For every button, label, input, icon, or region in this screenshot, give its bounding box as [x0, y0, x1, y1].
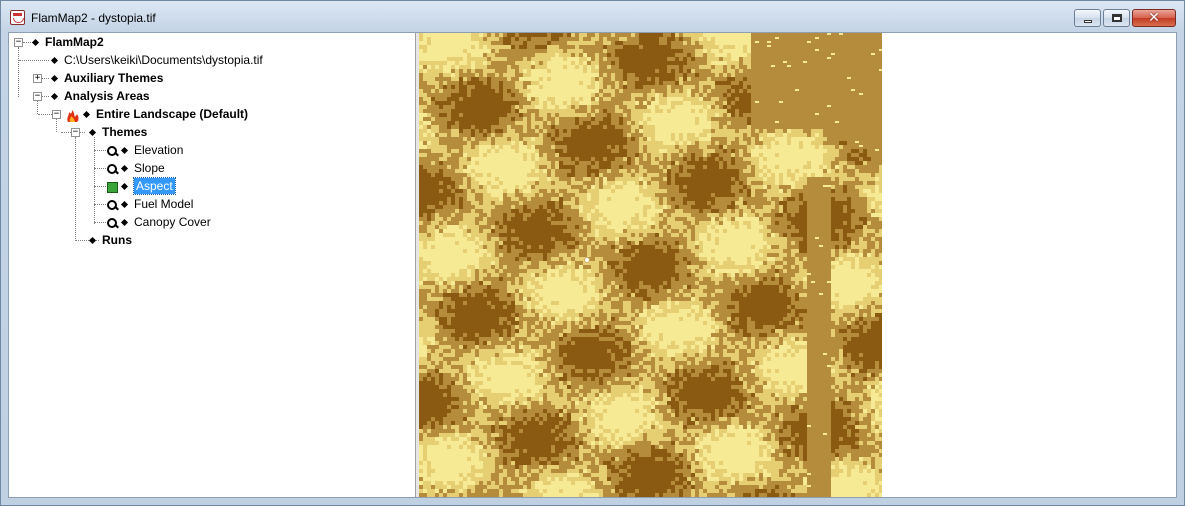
minimize-button[interactable]: [1074, 9, 1101, 27]
tree-node-themes[interactable]: Themes: [88, 123, 147, 141]
tree-line: [94, 150, 106, 151]
minimize-icon: [1084, 20, 1092, 23]
tree-node-runs[interactable]: Runs: [88, 231, 132, 249]
node-bullet-icon: [120, 182, 129, 190]
tree-node-theme-canopy-cover[interactable]: Canopy Cover: [120, 213, 211, 231]
collapse-toggle-landscape[interactable]: −: [52, 110, 61, 119]
node-bullet-icon: [120, 164, 129, 172]
node-bullet-icon: [50, 74, 59, 82]
node-bullet-icon: [31, 38, 40, 46]
tree-line: [94, 186, 106, 187]
tree-node-file-path[interactable]: C:\Users\keiki\Documents\dystopia.tif: [50, 51, 263, 69]
window-title: FlamMap2 - dystopia.tif: [31, 11, 156, 25]
raster-canvas: [419, 33, 882, 497]
node-bullet-icon: [88, 128, 97, 136]
node-label: Fuel Model: [134, 197, 194, 211]
tree-line: [56, 119, 57, 132]
title-bar[interactable]: FlamMap2 - dystopia.tif ✕: [1, 1, 1184, 33]
tree-node-theme-elevation[interactable]: Elevation: [120, 141, 183, 159]
caption-buttons: ✕: [1074, 9, 1176, 27]
tree-line: [19, 60, 49, 61]
magnifier-icon: [106, 199, 118, 211]
tree-line: [41, 96, 49, 97]
tree-node-theme-aspect[interactable]: Aspect: [120, 177, 176, 195]
tree-node-auxiliary-themes[interactable]: Auxiliary Themes: [50, 69, 163, 87]
node-label: Auxiliary Themes: [64, 71, 164, 85]
node-bullet-icon: [82, 110, 91, 118]
node-bullet-icon: [50, 56, 59, 64]
node-bullet-icon: [120, 218, 129, 226]
magnifier-icon: [106, 145, 118, 157]
maximize-button[interactable]: [1103, 9, 1130, 27]
collapse-toggle-analysis[interactable]: −: [33, 92, 42, 101]
node-label: Themes: [102, 125, 148, 139]
map-pane: [419, 33, 1176, 497]
client-area: − + − − − FlamMap2 C:\Users\keiki\Docume…: [8, 32, 1177, 498]
maximize-icon: [1112, 14, 1122, 22]
app-icon[interactable]: [10, 10, 25, 25]
node-label: Canopy Cover: [134, 215, 211, 229]
aspect-raster-map[interactable]: [419, 33, 882, 497]
green-square-icon: [107, 182, 118, 193]
tree-line: [94, 222, 106, 223]
tree-line: [41, 78, 49, 79]
node-label: Slope: [134, 161, 165, 175]
expand-toggle-auxiliary[interactable]: +: [33, 74, 42, 83]
tree-node-entire-landscape[interactable]: Entire Landscape (Default): [82, 105, 248, 123]
magnifier-icon: [106, 217, 118, 229]
project-tree[interactable]: − + − − − FlamMap2 C:\Users\keiki\Docume…: [9, 33, 416, 497]
collapse-toggle-root[interactable]: −: [14, 38, 23, 47]
close-button[interactable]: ✕: [1132, 9, 1176, 27]
tree-line: [18, 47, 19, 97]
node-bullet-icon: [50, 92, 59, 100]
node-label: Analysis Areas: [64, 89, 150, 103]
node-label-selected: Aspect: [133, 177, 176, 195]
flammap-window: FlamMap2 - dystopia.tif ✕ − + − − − Flam…: [0, 0, 1185, 506]
node-bullet-icon: [120, 200, 129, 208]
tree-node-analysis-areas[interactable]: Analysis Areas: [50, 87, 150, 105]
tree-line: [94, 168, 106, 169]
fire-icon: [67, 110, 79, 122]
node-label: FlamMap2: [45, 35, 104, 49]
node-label: Runs: [102, 233, 132, 247]
tree-line: [75, 137, 76, 241]
node-bullet-icon: [120, 146, 129, 154]
close-icon: ✕: [1148, 10, 1160, 26]
node-label: Entire Landscape (Default): [96, 107, 249, 121]
tree-line: [37, 101, 38, 114]
collapse-toggle-themes[interactable]: −: [71, 128, 80, 137]
node-label: C:\Users\keiki\Documents\dystopia.tif: [64, 53, 263, 67]
tree-node-theme-slope[interactable]: Slope: [120, 159, 165, 177]
magnifier-icon: [106, 163, 118, 175]
tree-node-theme-fuel-model[interactable]: Fuel Model: [120, 195, 193, 213]
node-label: Elevation: [134, 143, 184, 157]
node-bullet-icon: [88, 236, 97, 244]
tree-line: [94, 204, 106, 205]
tree-node-root[interactable]: FlamMap2: [31, 33, 104, 51]
